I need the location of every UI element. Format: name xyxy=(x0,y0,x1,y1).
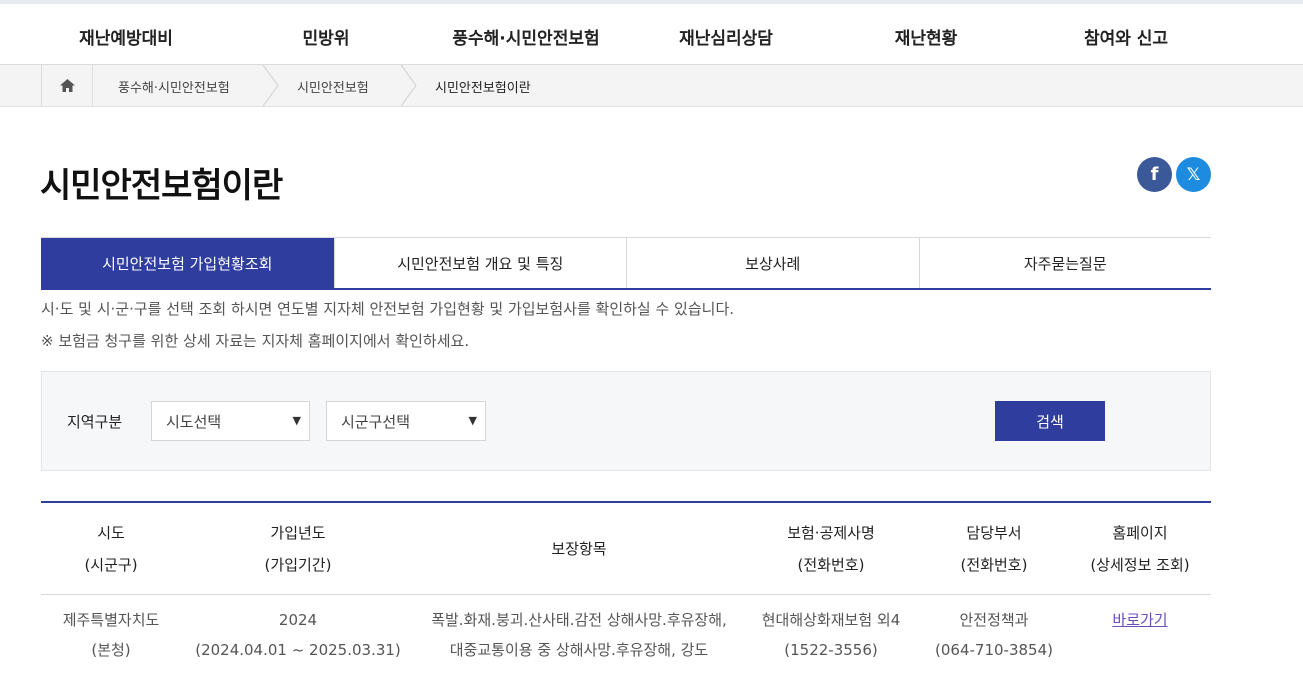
header-sido: 시도 (시군구) xyxy=(84,524,138,574)
sido-select-value: 시도선택 xyxy=(166,412,222,431)
region-label: 지역구분 xyxy=(67,413,123,431)
cell-sido: 제주특별자치도 (본청) xyxy=(62,611,160,659)
page-title: 시민안전보험이란 xyxy=(40,166,283,206)
content-tabs: 시민안전보험 가입현황조회 시민안전보험 개요 및 특징 보상사례 자주묻는질문 xyxy=(41,237,1211,290)
nav-item-insurance[interactable]: 풍수해·시민안전보험 xyxy=(452,24,599,49)
breadcrumb: 풍수해·시민안전보험 시민안전보험 시민안전보험이란 xyxy=(0,65,1303,107)
breadcrumb-item-insurance[interactable]: 풍수해·시민안전보험 xyxy=(118,77,230,96)
header-department: 담당부서 (전화번호) xyxy=(960,524,1028,574)
chevron-down-icon: ▼ xyxy=(292,414,301,427)
cell-insurer: 현대해상화재보험 외4 (1522-3556) xyxy=(761,611,901,659)
x-share-button[interactable]: 𝕏 xyxy=(1176,157,1211,192)
top-navigation: 재난예방대비 민방위 풍수해·시민안전보험 재난심리상담 재난현황 참여와 신고 xyxy=(0,0,1303,65)
description-text: 시·도 및 시·군·구를 선택 조회 하시면 연도별 지자체 안전보험 가입현황… xyxy=(41,300,735,318)
breadcrumb-separator-icon xyxy=(400,65,417,106)
breadcrumb-separator-icon xyxy=(262,65,279,106)
breadcrumb-item-current[interactable]: 시민안전보험이란 xyxy=(435,77,531,96)
sigungu-select-value: 시군구선택 xyxy=(341,412,411,431)
table-header: 시도 (시군구) 가입년도 (가입기간) 보장항목 보험·공제사명 (전화번호)… xyxy=(41,503,1211,595)
sigungu-select[interactable]: 시군구선택 ▼ xyxy=(326,401,486,441)
header-year: 가입년도 (가입기간) xyxy=(264,524,332,574)
tab-overview[interactable]: 시민안전보험 개요 및 특징 xyxy=(333,238,627,288)
nav-item-disaster-prevention[interactable]: 재난예방대비 xyxy=(79,24,173,49)
nav-item-counseling[interactable]: 재난심리상담 xyxy=(679,24,773,49)
cell-department: 안전정책과 (064-710-3854) xyxy=(935,611,1053,659)
cell-coverage: 폭발.화재.붕괴.산사태.감전 상해사망.후유장해, 대중교통이용 중 상해사망… xyxy=(431,611,727,659)
nav-item-report[interactable]: 참여와 신고 xyxy=(1084,24,1168,49)
tab-faq[interactable]: 자주묻는질문 xyxy=(918,238,1212,288)
homepage-link[interactable]: 바로가기 xyxy=(1112,611,1167,629)
nav-item-disaster-status[interactable]: 재난현황 xyxy=(895,24,958,49)
cell-year: 2024 (2024.04.01 ~ 2025.03.31) xyxy=(195,611,401,659)
search-button[interactable]: 검색 xyxy=(995,401,1105,441)
sido-select[interactable]: 시도선택 ▼ xyxy=(151,401,310,441)
chevron-down-icon: ▼ xyxy=(468,414,477,427)
table-row: 제주특별자치도 (본청) 2024 (2024.04.01 ~ 2025.03.… xyxy=(41,595,1211,675)
header-insurer: 보험·공제사명 (전화번호) xyxy=(787,524,875,574)
tab-subscription-status[interactable]: 시민안전보험 가입현황조회 xyxy=(41,238,334,288)
breadcrumb-item-citizen-insurance[interactable]: 시민안전보험 xyxy=(297,77,369,96)
cell-homepage: 바로가기 xyxy=(1112,605,1167,635)
tab-compensation-cases[interactable]: 보상사례 xyxy=(626,238,919,288)
facebook-share-button[interactable]: f xyxy=(1137,157,1172,192)
nav-item-civil-defense[interactable]: 민방위 xyxy=(303,24,350,49)
notice-text: ※ 보험금 청구를 위한 상세 자료는 지자체 홈페이지에서 확인하세요. xyxy=(41,332,470,350)
home-icon[interactable] xyxy=(41,65,93,106)
insurance-table: 시도 (시군구) 가입년도 (가입기간) 보장항목 보험·공제사명 (전화번호)… xyxy=(41,501,1211,675)
header-coverage: 보장항목 xyxy=(551,540,607,558)
header-homepage: 홈페이지 (상세정보 조회) xyxy=(1090,524,1190,574)
search-panel: 지역구분 시도선택 ▼ 시군구선택 ▼ 검색 xyxy=(41,371,1211,471)
